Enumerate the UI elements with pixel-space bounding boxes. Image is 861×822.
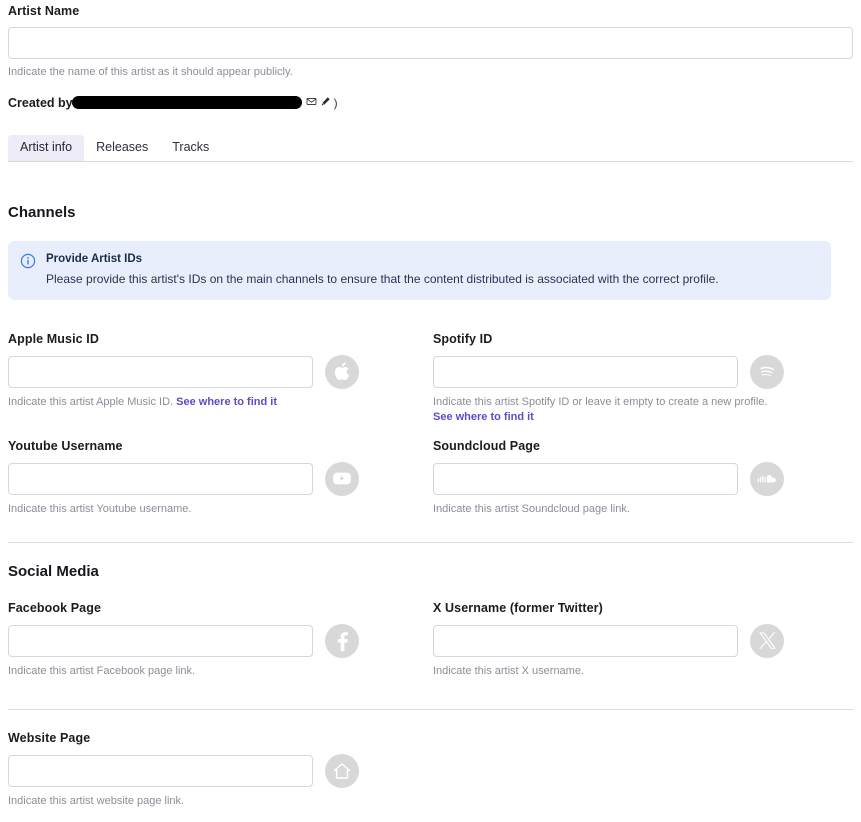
facebook-page-help: Indicate this artist Facebook page link. <box>8 664 196 677</box>
created-by-icons: ) <box>306 96 338 110</box>
apple-music-id-input[interactable] <box>8 355 313 388</box>
field-x-username: X Username (former Twitter) Indicate thi… <box>433 601 858 692</box>
tab-releases[interactable]: Releases <box>84 135 160 161</box>
facebook-page-label: Facebook Page <box>8 600 101 615</box>
x-twitter-icon <box>750 623 784 658</box>
social-media-heading: Social Media <box>8 562 99 580</box>
banner-title: Provide Artist IDs <box>46 252 143 265</box>
spotify-id-input[interactable] <box>433 355 738 388</box>
artist-name-help: Indicate the name of this artist as it s… <box>8 66 293 78</box>
facebook-page-input[interactable] <box>8 624 313 657</box>
spotify-id-label: Spotify ID <box>433 331 493 346</box>
field-website-spacer <box>433 731 858 822</box>
mail-icon[interactable] <box>306 96 317 110</box>
field-soundcloud-page: Soundcloud Page Indicate this artist Sou… <box>433 439 858 530</box>
divider-website <box>8 708 853 710</box>
artist-name-input[interactable] <box>8 27 853 59</box>
banner-body: Please provide this artist's IDs on the … <box>46 271 719 286</box>
youtube-username-help: Indicate this artist Youtube username. <box>8 502 192 515</box>
field-apple-music-id: Apple Music ID Indicate this artist Appl… <box>8 332 433 425</box>
apple-music-id-help-link[interactable]: See where to find it <box>176 396 277 408</box>
home-icon <box>325 753 359 788</box>
tab-bar: Artist info Releases Tracks <box>8 134 853 162</box>
created-by-redaction <box>71 96 302 110</box>
artist-name-label: Artist Name <box>8 4 80 18</box>
artist-info-page: Artist Name Indicate the name of this ar… <box>0 0 861 822</box>
soundcloud-icon <box>750 461 784 496</box>
divider-social-media <box>8 541 853 543</box>
channels-heading: Channels <box>8 203 76 221</box>
row-website: Website Page Indicate this artist websit… <box>8 731 853 822</box>
created-by-label: Created by <box>8 95 73 110</box>
x-username-help: Indicate this artist X username. <box>433 664 585 677</box>
youtube-username-input[interactable] <box>8 462 313 495</box>
field-spotify-id: Spotify ID Indicate this artist Spotify … <box>433 332 858 425</box>
soundcloud-page-help: Indicate this artist Soundcloud page lin… <box>433 502 630 515</box>
info-circle-icon <box>20 253 36 269</box>
field-youtube-username: Youtube Username Indicate this artist Yo… <box>8 439 433 530</box>
youtube-icon <box>325 461 359 496</box>
artist-name-block: Artist Name Indicate the name of this ar… <box>8 0 853 80</box>
row-youtube-soundcloud: Youtube Username Indicate this artist Yo… <box>8 439 853 530</box>
spotify-icon <box>750 354 784 389</box>
created-by-row: Created by ) <box>8 94 853 112</box>
banner-text-group: Provide Artist IDs Please provide this a… <box>46 252 719 287</box>
field-website-page: Website Page Indicate this artist websit… <box>8 731 433 822</box>
apple-music-icon <box>325 354 359 389</box>
website-page-input[interactable] <box>8 754 313 787</box>
soundcloud-page-input[interactable] <box>433 462 738 495</box>
spotify-id-help-text: Indicate this artist Spotify ID or leave… <box>433 395 768 408</box>
apple-music-id-label: Apple Music ID <box>8 331 99 346</box>
pen-icon[interactable] <box>320 96 331 110</box>
tab-artist-info[interactable]: Artist info <box>8 134 85 161</box>
soundcloud-page-label: Soundcloud Page <box>433 438 541 453</box>
apple-music-id-help: Indicate this artist Apple Music ID. See… <box>8 395 397 410</box>
x-username-label: X Username (former Twitter) <box>433 600 603 615</box>
facebook-icon <box>325 623 359 658</box>
row-apple-spotify: Apple Music ID Indicate this artist Appl… <box>8 332 853 425</box>
website-page-help: Indicate this artist website page link. <box>8 794 185 807</box>
spotify-id-help-link[interactable]: See where to find it <box>433 411 534 423</box>
youtube-username-label: Youtube Username <box>8 438 123 453</box>
field-facebook-page: Facebook Page Indicate this artist Faceb… <box>8 601 433 692</box>
created-by-paren: ) <box>333 95 338 110</box>
provide-artist-ids-banner: Provide Artist IDs Please provide this a… <box>8 240 831 300</box>
tab-tracks[interactable]: Tracks <box>160 135 221 161</box>
row-facebook-x: Facebook Page Indicate this artist Faceb… <box>8 601 853 692</box>
website-page-label: Website Page <box>8 730 91 745</box>
spotify-id-help: Indicate this artist Spotify ID or leave… <box>433 395 822 425</box>
x-username-input[interactable] <box>433 624 738 657</box>
apple-music-id-help-text: Indicate this artist Apple Music ID. <box>8 395 174 408</box>
